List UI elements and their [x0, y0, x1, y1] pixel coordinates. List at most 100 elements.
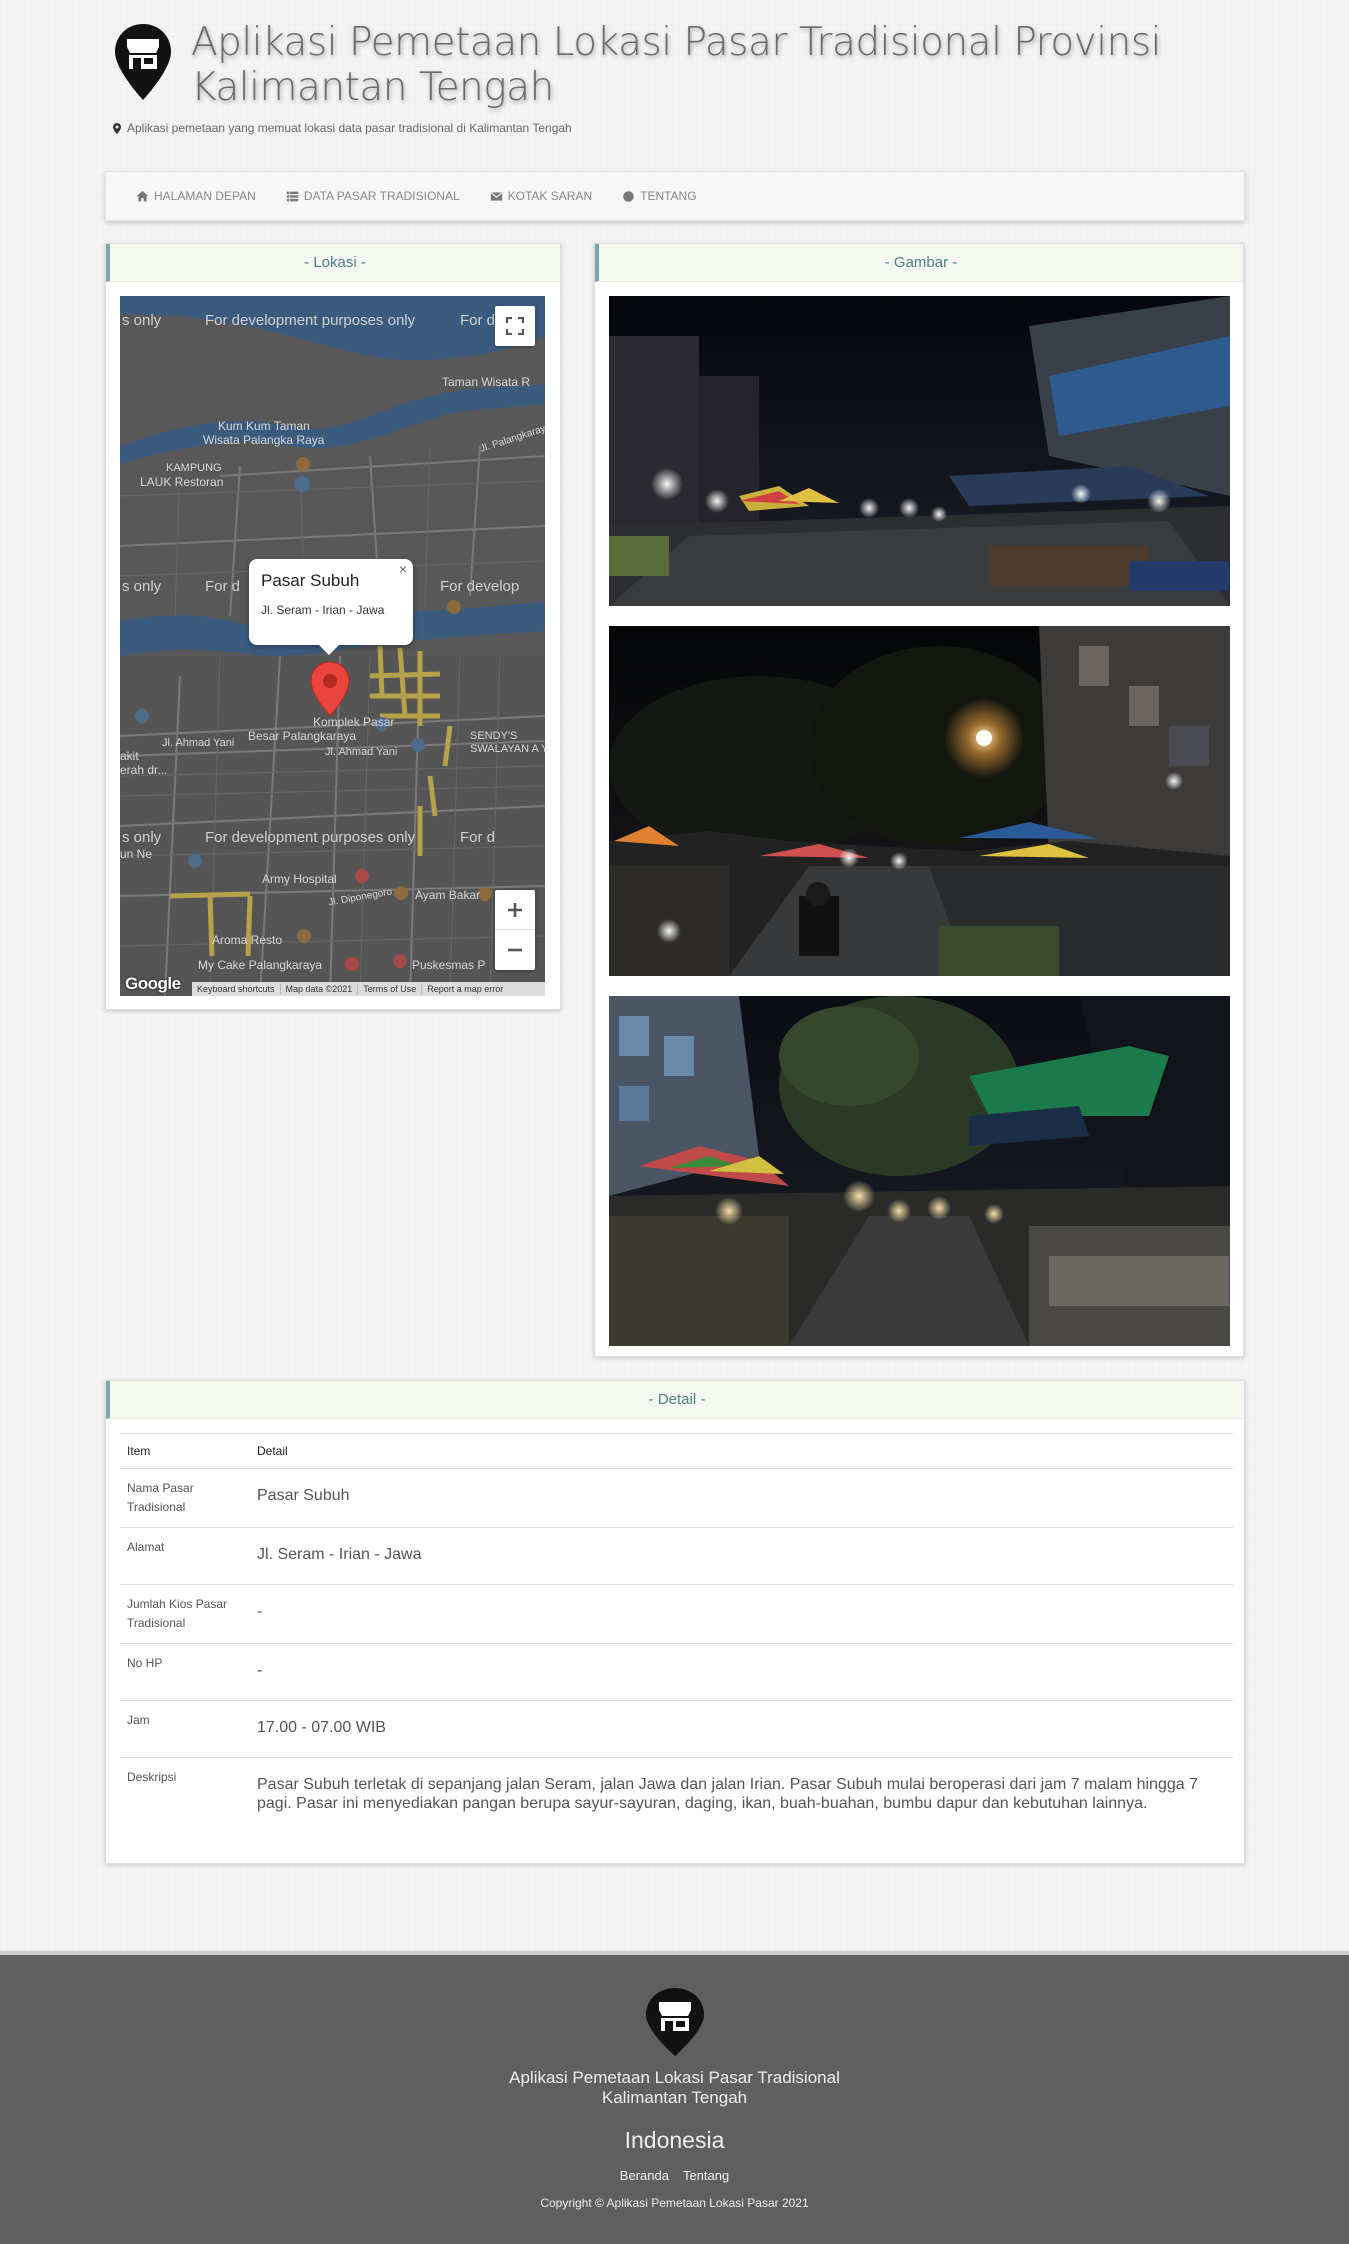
map-watermark: For development purposes only [205, 829, 416, 846]
map-watermark: For develop [440, 578, 520, 595]
nav-label: DATA PASAR TRADISIONAL [303, 189, 460, 203]
row-item: Jam [120, 1700, 250, 1758]
map-label: Jl. Ahmad Yani [162, 737, 235, 749]
table-row: Jam 17.00 - 07.00 WIB [120, 1700, 1233, 1758]
zoom-controls [495, 890, 535, 970]
footer-title-line2: Kalimantan Tengah [601, 2088, 748, 2107]
nav-halaman-depan[interactable]: HALAMAN DEPAN [136, 189, 256, 203]
map-label: Puskesmas P [412, 958, 486, 972]
info-popup: × Pasar Subuh Jl. Seram - Irian - Jawa [249, 559, 413, 655]
fullscreen-button[interactable] [495, 306, 535, 346]
map-label: SENDY'S [470, 730, 518, 742]
lokasi-panel: - Lokasi - s only For development purpos… [105, 243, 561, 1010]
table-row: Alamat Jl. Seram - Irian - Jawa [120, 1527, 1233, 1585]
nav-label: KOTAK SARAN [507, 189, 593, 203]
zoom-out-button[interactable] [495, 930, 535, 970]
row-item: Jumlah Kios Pasar Tradisional [120, 1584, 250, 1644]
map-label: Jl. Ahmad Yani [325, 746, 398, 758]
footer-link-beranda[interactable]: Beranda [620, 2168, 669, 2183]
footer-title: Aplikasi Pemetaan Lokasi Pasar Tradision… [0, 2068, 1349, 2108]
keyboard-shortcuts-link[interactable]: Keyboard shortcuts [192, 984, 281, 994]
row-item: Deskripsi [127, 1770, 177, 1784]
row-detail: - [250, 1643, 1233, 1701]
map-watermark: s only [122, 829, 162, 846]
map-label: Besar Palangkaraya [248, 729, 357, 743]
map-watermark: For d [205, 578, 241, 595]
map-watermark: For d [460, 829, 496, 846]
row-detail: - [250, 1584, 1233, 1644]
footer-link-tentang[interactable]: Tentang [683, 2168, 729, 2183]
map-watermark: s only [122, 578, 162, 595]
footer-country: Indonesia [624, 2127, 725, 2153]
map-label: LAUK Restoran [140, 475, 224, 489]
row-detail: Pasar Subuh terletak di sepanjang jalan … [257, 1776, 1198, 1812]
nav-tentang[interactable]: TENTANG [622, 189, 697, 203]
map-label: Aroma Resto [212, 933, 283, 947]
map-data-text: Map data ©2021 [281, 984, 359, 994]
home-icon [136, 190, 149, 201]
table-row: Deskripsi Pasar Subuh terletak di sepanj… [120, 1758, 1233, 1846]
nav-kotak-saran[interactable]: KOTAK SARAN [490, 189, 592, 203]
map-label: Wisata Palangka Raya [203, 433, 325, 447]
footer-title-line1: Aplikasi Pemetaan Lokasi Pasar Tradision… [509, 2068, 840, 2087]
column-header-item: Item [120, 1433, 250, 1469]
map-label: un Ne [120, 847, 153, 861]
row-detail: 17.00 - 07.00 WIB [250, 1700, 1233, 1758]
google-logo[interactable]: Google [125, 974, 181, 994]
nav-label: TENTANG [640, 189, 697, 203]
page-title: Aplikasi Pemetaan Lokasi Pasar Tradision… [191, 20, 1161, 110]
table-row: Jumlah Kios Pasar Tradisional - [120, 1584, 1233, 1644]
gambar-heading: - Gambar - [595, 244, 1243, 282]
table-header-row: Item Detail [120, 1433, 1233, 1469]
market-photo-1[interactable] [609, 296, 1230, 606]
minus-icon [508, 948, 522, 952]
fullscreen-icon [506, 317, 524, 335]
footer-links: Beranda Tentang [0, 2168, 1349, 2183]
map-attribution: Keyboard shortcuts Map data ©2021 Terms … [192, 982, 545, 996]
row-item: Nama Pasar Tradisional [120, 1468, 250, 1528]
table-row: Nama Pasar Tradisional Pasar Subuh [120, 1468, 1233, 1528]
popup-address: Jl. Seram - Irian - Jawa [261, 603, 385, 617]
market-photo-2[interactable] [609, 626, 1230, 976]
map-watermark: For d [460, 312, 496, 329]
gambar-panel: - Gambar - [594, 243, 1244, 1357]
map-pin-market-icon [115, 24, 171, 100]
lokasi-heading: - Lokasi - [106, 244, 560, 282]
table-row: No HP - [120, 1643, 1233, 1701]
map-label: Taman Wisata R [442, 375, 531, 389]
main-navbar: HALAMAN DEPAN DATA PASAR TRADISIONAL KOT… [105, 171, 1245, 221]
detail-table: Item Detail Nama Pasar Tradisional Pasar… [120, 1433, 1233, 1846]
map-label: SWALAYAN A YAN [470, 743, 545, 755]
map-label: KAMPUNG [166, 462, 222, 474]
row-item: Alamat [120, 1527, 250, 1585]
plus-icon [508, 902, 522, 917]
list-icon [286, 191, 298, 201]
circle-icon [623, 190, 634, 202]
report-error-link[interactable]: Report a map error [422, 984, 508, 994]
page-subtitle: Aplikasi pemetaan yang memuat lokasi dat… [113, 121, 572, 135]
row-item: No HP [120, 1643, 250, 1701]
location-marker-icon[interactable] [309, 660, 351, 718]
site-header: Aplikasi Pemetaan Lokasi Pasar Tradision… [105, 20, 1245, 170]
map-label: akit [120, 749, 139, 763]
close-icon[interactable]: × [399, 561, 407, 577]
map-label: erah dr... [120, 763, 168, 777]
market-photo-3[interactable] [609, 996, 1230, 1346]
map-label: My Cake Palangkaraya [198, 958, 323, 972]
nav-data-pasar[interactable]: DATA PASAR TRADISIONAL [286, 189, 460, 203]
site-footer: Aplikasi Pemetaan Lokasi Pasar Tradision… [0, 1951, 1349, 2244]
nav-label: HALAMAN DEPAN [154, 189, 256, 203]
detail-panel: - Detail - Item Detail Nama Pasar Tradis… [105, 1380, 1245, 1864]
envelope-icon [490, 191, 503, 201]
map-pin-market-icon [646, 1988, 704, 2056]
subtitle-text: Aplikasi pemetaan yang memuat lokasi dat… [127, 121, 572, 135]
map-label: Army Hospital [262, 872, 337, 886]
detail-heading: - Detail - [106, 1381, 1244, 1419]
column-header-detail: Detail [250, 1433, 1233, 1469]
terms-link[interactable]: Terms of Use [358, 984, 423, 994]
map-watermark: For development purposes only [205, 312, 416, 329]
popup-title: Pasar Subuh [261, 571, 360, 590]
row-detail: Pasar Subuh [250, 1468, 1233, 1528]
google-map[interactable]: s only For development purposes only For… [120, 296, 545, 996]
zoom-in-button[interactable] [495, 890, 535, 930]
